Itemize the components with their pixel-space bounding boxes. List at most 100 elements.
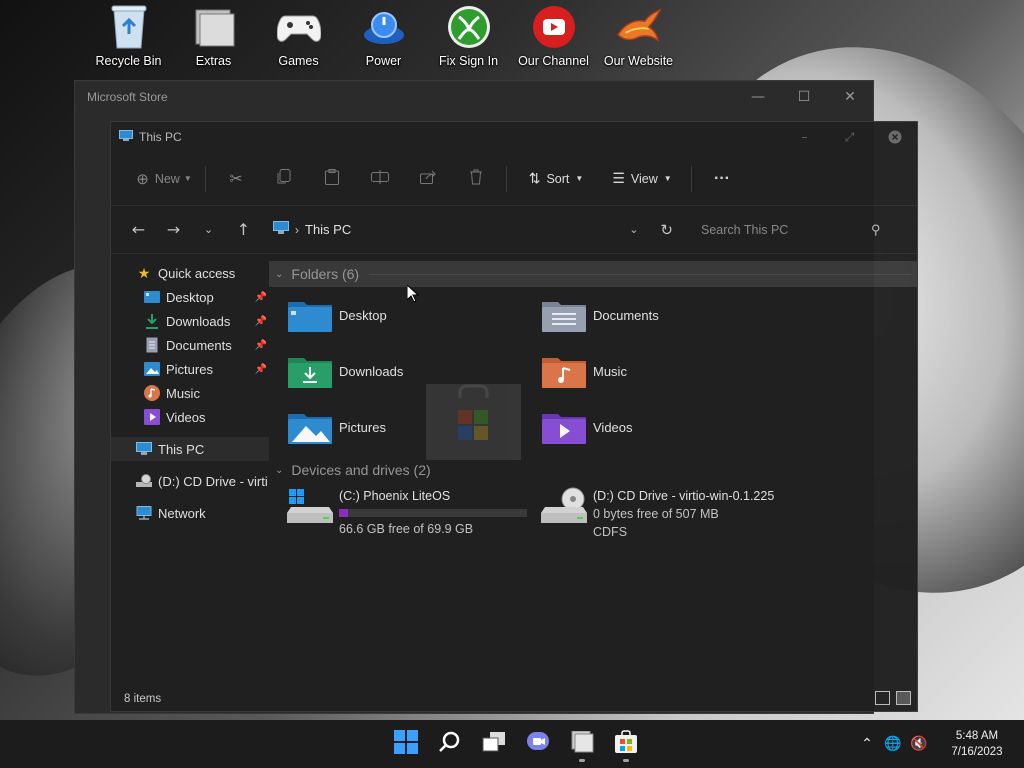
folder-tile-documents[interactable]: Documents (541, 287, 795, 343)
volume-muted-icon[interactable]: 🔇 (906, 736, 932, 752)
downloads-icon (144, 313, 160, 329)
chat-button[interactable] (516, 724, 560, 764)
folder-label: Pictures (339, 419, 386, 435)
group-title: Folders (6) (291, 266, 360, 282)
nav-item-videos[interactable]: Videos (111, 405, 269, 429)
running-indicator (623, 759, 629, 762)
address-bar-row: ← → ⌄ ↑ › This PC ⌄ ↻ ⚲ (111, 206, 917, 254)
nav-item-label: (D:) CD Drive - virti (158, 473, 268, 489)
see-more-button[interactable]: ··· (698, 163, 746, 195)
nav-item-documents[interactable]: Documents 📌 (111, 333, 269, 357)
search-button[interactable] (428, 724, 472, 764)
search-input[interactable] (701, 222, 871, 237)
network-icon (136, 505, 152, 521)
command-bar: ⊕ New ▼ ✂ ⇅ Sort ▼ ☰ View ▼ ··· (111, 152, 917, 206)
videos-icon (144, 409, 160, 425)
sort-label: Sort (546, 171, 570, 186)
minimize-button[interactable]: — (735, 81, 781, 113)
search-box[interactable]: ⚲ (701, 215, 897, 245)
desktop-icon-extras[interactable]: Extras (171, 4, 256, 68)
copy-button[interactable] (260, 163, 308, 195)
item-count: 8 items (124, 693, 162, 705)
folder-tile-videos[interactable]: Videos (541, 399, 795, 455)
nav-this-pc[interactable]: This PC (111, 437, 269, 461)
sort-button[interactable]: ⇅ Sort ▼ (513, 163, 599, 195)
trash-icon (469, 169, 483, 188)
new-button[interactable]: ⊕ New ▼ (129, 163, 199, 195)
drive-name: (C:) Phoenix LiteOS (339, 489, 451, 503)
close-button[interactable] (872, 122, 917, 152)
clock[interactable]: 5:48 AM 7/16/2023 (938, 728, 1016, 760)
nav-cd-drive[interactable]: (D:) CD Drive - virti (111, 469, 269, 493)
nav-item-label: Videos (166, 409, 206, 425)
store-button[interactable] (604, 724, 648, 764)
task-view-icon (482, 732, 506, 756)
delete-button[interactable] (452, 163, 500, 195)
up-button[interactable]: ↑ (226, 215, 261, 245)
start-button[interactable] (384, 724, 428, 764)
nav-item-desktop[interactable]: Desktop 📌 (111, 285, 269, 309)
windows-drive-icon (287, 487, 333, 531)
nav-item-pictures[interactable]: Pictures 📌 (111, 357, 269, 381)
breadcrumb-this-pc[interactable]: This PC (305, 222, 351, 237)
share-icon (420, 170, 436, 187)
minimize-button[interactable]: – (782, 122, 827, 152)
nav-item-downloads[interactable]: Downloads 📌 (111, 309, 269, 333)
desktop-icon-label: Our Website (603, 54, 674, 68)
drive-tile-d[interactable]: (D:) CD Drive - virtio-win-0.1.225 0 byt… (541, 483, 795, 545)
folder-tile-music[interactable]: Music (541, 343, 795, 399)
desktop-icon-our-channel[interactable]: Our Channel (511, 4, 596, 68)
gamepad-icon (276, 4, 322, 50)
details-view-icon[interactable] (875, 691, 890, 705)
start-icon (394, 730, 418, 758)
chevron-up-icon[interactable]: ⌃ (854, 736, 880, 752)
chevron-down-icon: ⌄ (275, 268, 284, 280)
drives-grid: (C:) Phoenix LiteOS 66.6 GB free of 69.9… (269, 483, 917, 545)
maximize-button[interactable]: ⤢ (827, 122, 872, 152)
nav-item-music[interactable]: Music (111, 381, 269, 405)
nav-network[interactable]: Network (111, 501, 269, 525)
chevron-down-icon: ▼ (575, 174, 584, 183)
paste-button[interactable] (308, 163, 356, 195)
music-icon (144, 385, 160, 401)
chevron-down-icon: ⌄ (275, 464, 284, 476)
desktop-icon-power[interactable]: Power (341, 4, 426, 68)
nav-quick-access[interactable]: ★ Quick access (111, 261, 269, 285)
tiles-view-icon[interactable] (896, 691, 911, 705)
desktop-icon-recycle-bin[interactable]: Recycle Bin (86, 4, 171, 68)
pictures-folder-icon (287, 407, 333, 447)
paste-icon (325, 169, 339, 188)
desktop-icon-games[interactable]: Games (256, 4, 341, 68)
recent-locations-button[interactable]: ⌄ (191, 215, 226, 245)
forward-button[interactable]: → (156, 215, 191, 245)
share-button[interactable] (404, 163, 452, 195)
videos-folder-icon (541, 407, 587, 447)
drives-group-header[interactable]: ⌄ Devices and drives (2) (269, 457, 917, 483)
close-button[interactable]: ✕ (827, 81, 873, 113)
back-button[interactable]: ← (121, 215, 156, 245)
view-button[interactable]: ☰ View ▼ (599, 163, 685, 195)
nav-item-label: This PC (158, 441, 205, 457)
refresh-icon[interactable]: ↻ (660, 221, 673, 239)
folders-group-header[interactable]: ⌄ Folders (6) (269, 261, 917, 287)
nav-item-label: Documents (166, 337, 232, 353)
desktop-icon-fix-sign-in[interactable]: Fix Sign In (426, 4, 511, 68)
maximize-button[interactable]: ☐ (781, 81, 827, 113)
drive-tile-c[interactable]: (C:) Phoenix LiteOS 66.6 GB free of 69.9… (287, 483, 541, 545)
desktop-icons: Recycle Bin Extras Games Power Fix Sign … (86, 4, 681, 68)
network-globe-icon[interactable]: 🌐 (880, 736, 906, 752)
cut-button[interactable]: ✂ (212, 163, 260, 195)
drive-name: (D:) CD Drive - virtio-win-0.1.225 (593, 489, 775, 503)
chevron-down-icon: ▼ (183, 174, 192, 183)
music-folder-icon (541, 351, 587, 391)
file-explorer-button[interactable] (560, 724, 604, 764)
address-bar[interactable]: › This PC ⌄ ↻ (273, 215, 673, 245)
address-dropdown-icon[interactable]: ⌄ (629, 223, 638, 236)
task-view-button[interactable] (472, 724, 516, 764)
desktop-icon (144, 289, 160, 305)
desktop-icon-our-website[interactable]: Our Website (596, 4, 681, 68)
group-title: Devices and drives (2) (291, 462, 431, 478)
rename-button[interactable] (356, 163, 404, 195)
drive-usage-fill (339, 509, 349, 517)
search-icon[interactable]: ⚲ (871, 222, 881, 238)
